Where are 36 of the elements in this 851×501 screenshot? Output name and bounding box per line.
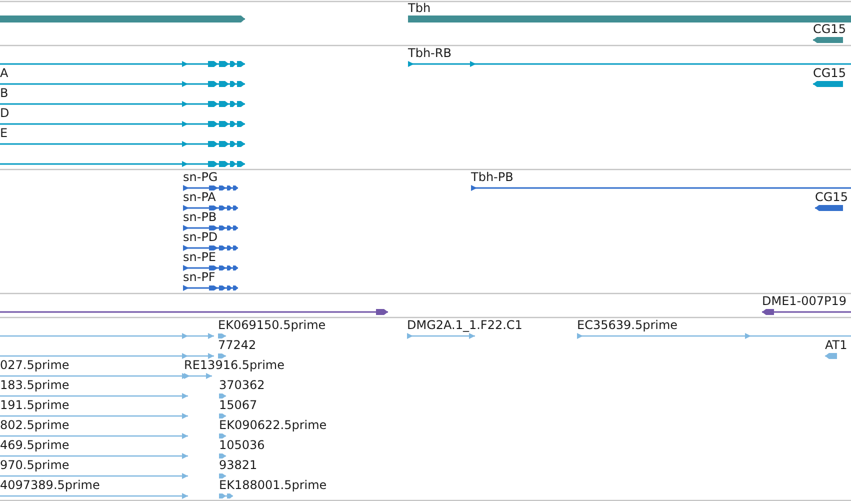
feature-label: 15067 [219, 398, 258, 412]
feature-label: CG15 [813, 22, 846, 36]
feature-label: sn-PB [183, 210, 217, 224]
feature-label: 027.5prime [0, 358, 70, 372]
feature-label: 970.5prime [0, 458, 70, 472]
feature-label: sn-PG [183, 170, 218, 184]
feature-label: 77242 [218, 338, 256, 352]
feature-label: D [0, 106, 10, 120]
feature-label: EK188001.5prime [219, 478, 327, 492]
feature-label: sn-PA [183, 190, 216, 204]
feature-label: 469.5prime [0, 438, 70, 452]
feature-label: AT1 [825, 338, 848, 352]
feature-label: DMG2A.1_1.F22.C1 [407, 318, 522, 332]
feature-label: sn-PF [183, 270, 216, 284]
feature-label: EK090622.5prime [219, 418, 327, 432]
feature-label: sn-PE [183, 250, 216, 264]
feature-label: CG15 [813, 66, 846, 80]
feature-label: 370362 [219, 378, 265, 392]
feature-label: sn-PD [183, 230, 218, 244]
feature-label: E [0, 126, 8, 140]
feature-label: B [0, 86, 8, 100]
feature-label: A [0, 66, 8, 80]
feature-label: 105036 [219, 438, 265, 452]
feature-label: 802.5prime [0, 418, 70, 432]
feature-label: DME1-007P19 [762, 294, 847, 308]
feature-label: CG15 [815, 190, 848, 204]
feature-label: EC35639.5prime [577, 318, 678, 332]
feature-label: 191.5prime [0, 398, 70, 412]
feature-label: 4097389.5prime [0, 478, 100, 492]
feature-label: EK069150.5prime [218, 318, 326, 332]
feature-label: Tbh [408, 1, 431, 15]
feature-label: 93821 [219, 458, 258, 472]
feature-label: 183.5prime [0, 378, 70, 392]
feature-label: Tbh-PB [471, 170, 514, 184]
feature-label: Tbh-RB [408, 46, 452, 60]
feature-label: RE13916.5prime [184, 358, 284, 372]
